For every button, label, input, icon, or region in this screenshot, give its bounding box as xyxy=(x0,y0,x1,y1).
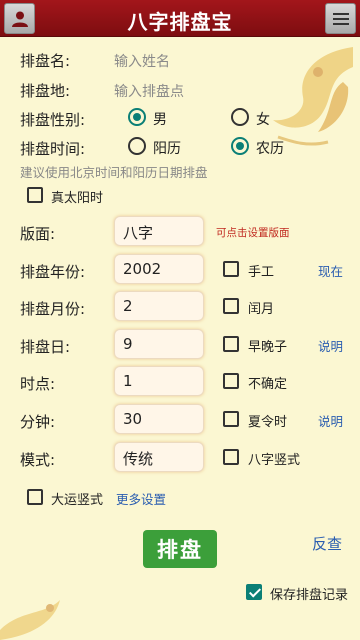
place-label: 排盘地: xyxy=(20,82,71,100)
app-title: 八字排盘宝 xyxy=(127,10,233,34)
now-link[interactable]: 现在 xyxy=(318,261,343,280)
minute-field[interactable]: 30 xyxy=(114,404,204,434)
dst-checkbox[interactable] xyxy=(223,411,239,427)
name-label: 排盘名: xyxy=(20,52,71,70)
early-late-zi-label: 早晚子 xyxy=(248,340,288,355)
dayun-vertical-label: 大运竖式 xyxy=(51,493,104,508)
gender-male-radio[interactable] xyxy=(128,108,146,126)
early-late-zi-checkbox[interactable] xyxy=(223,336,239,352)
gender-male-label: 男 xyxy=(153,112,167,128)
manual-checkbox[interactable] xyxy=(223,261,239,277)
more-settings-link[interactable]: 更多设置 xyxy=(116,489,166,508)
hour-label: 时点: xyxy=(20,375,56,393)
explain-link-2[interactable]: 说明 xyxy=(318,411,343,430)
true-solar-label: 真太阳时 xyxy=(51,191,104,206)
menu-icon xyxy=(332,12,349,25)
timezone-hint: 建议使用北京时间和阳历日期排盘 xyxy=(20,165,208,180)
uncertain-checkbox[interactable] xyxy=(223,373,239,389)
place-input[interactable]: 输入排盘点 xyxy=(114,81,184,101)
name-input[interactable]: 输入姓名 xyxy=(114,51,170,71)
layout-field[interactable]: 八字 xyxy=(114,216,204,246)
month-field[interactable]: 2 xyxy=(114,291,204,321)
calendar-label: 排盘时间: xyxy=(20,140,86,158)
hour-field[interactable]: 1 xyxy=(114,366,204,396)
mode-field[interactable]: 传统 xyxy=(114,442,204,472)
save-record-checkbox[interactable] xyxy=(246,584,262,600)
layout-label: 版面: xyxy=(20,225,56,243)
gender-female-radio[interactable] xyxy=(231,108,249,126)
paipan-button[interactable]: 排盘 xyxy=(143,530,217,568)
save-record-label: 保存排盘记录 xyxy=(270,588,349,603)
uncertain-label: 不确定 xyxy=(248,377,288,392)
manual-label: 手工 xyxy=(248,265,275,280)
phoenix-decoration xyxy=(273,47,353,146)
fancha-link[interactable]: 反查 xyxy=(312,533,342,554)
leap-month-checkbox[interactable] xyxy=(223,298,239,314)
day-label: 排盘日: xyxy=(20,338,71,356)
true-solar-checkbox[interactable] xyxy=(27,187,43,203)
mode-label: 模式: xyxy=(20,451,56,469)
top-bar: 八字排盘宝 xyxy=(0,0,360,37)
calendar-solar-radio[interactable] xyxy=(128,137,146,155)
calendar-solar-label: 阳历 xyxy=(153,141,181,157)
leap-month-label: 闰月 xyxy=(248,302,275,317)
calendar-lunar-radio[interactable] xyxy=(231,137,249,155)
menu-button[interactable] xyxy=(325,3,356,34)
calendar-lunar-label: 农历 xyxy=(256,141,284,157)
year-label: 排盘年份: xyxy=(20,263,86,281)
dst-label: 夏令时 xyxy=(248,415,288,430)
bazi-vertical-checkbox[interactable] xyxy=(223,449,239,465)
explain-link-1[interactable]: 说明 xyxy=(318,336,343,355)
dayun-vertical-checkbox[interactable] xyxy=(27,489,43,505)
month-label: 排盘月份: xyxy=(20,300,86,318)
day-field[interactable]: 9 xyxy=(114,329,204,359)
bazi-vertical-label: 八字竖式 xyxy=(248,453,301,468)
year-field[interactable]: 2002 xyxy=(114,254,204,284)
minute-label: 分钟: xyxy=(20,413,56,431)
phoenix-decoration-bottom xyxy=(0,600,60,640)
gender-female-label: 女 xyxy=(256,112,270,128)
gender-label: 排盘性别: xyxy=(20,111,86,129)
layout-note[interactable]: 可点击设置版面 xyxy=(216,225,290,240)
